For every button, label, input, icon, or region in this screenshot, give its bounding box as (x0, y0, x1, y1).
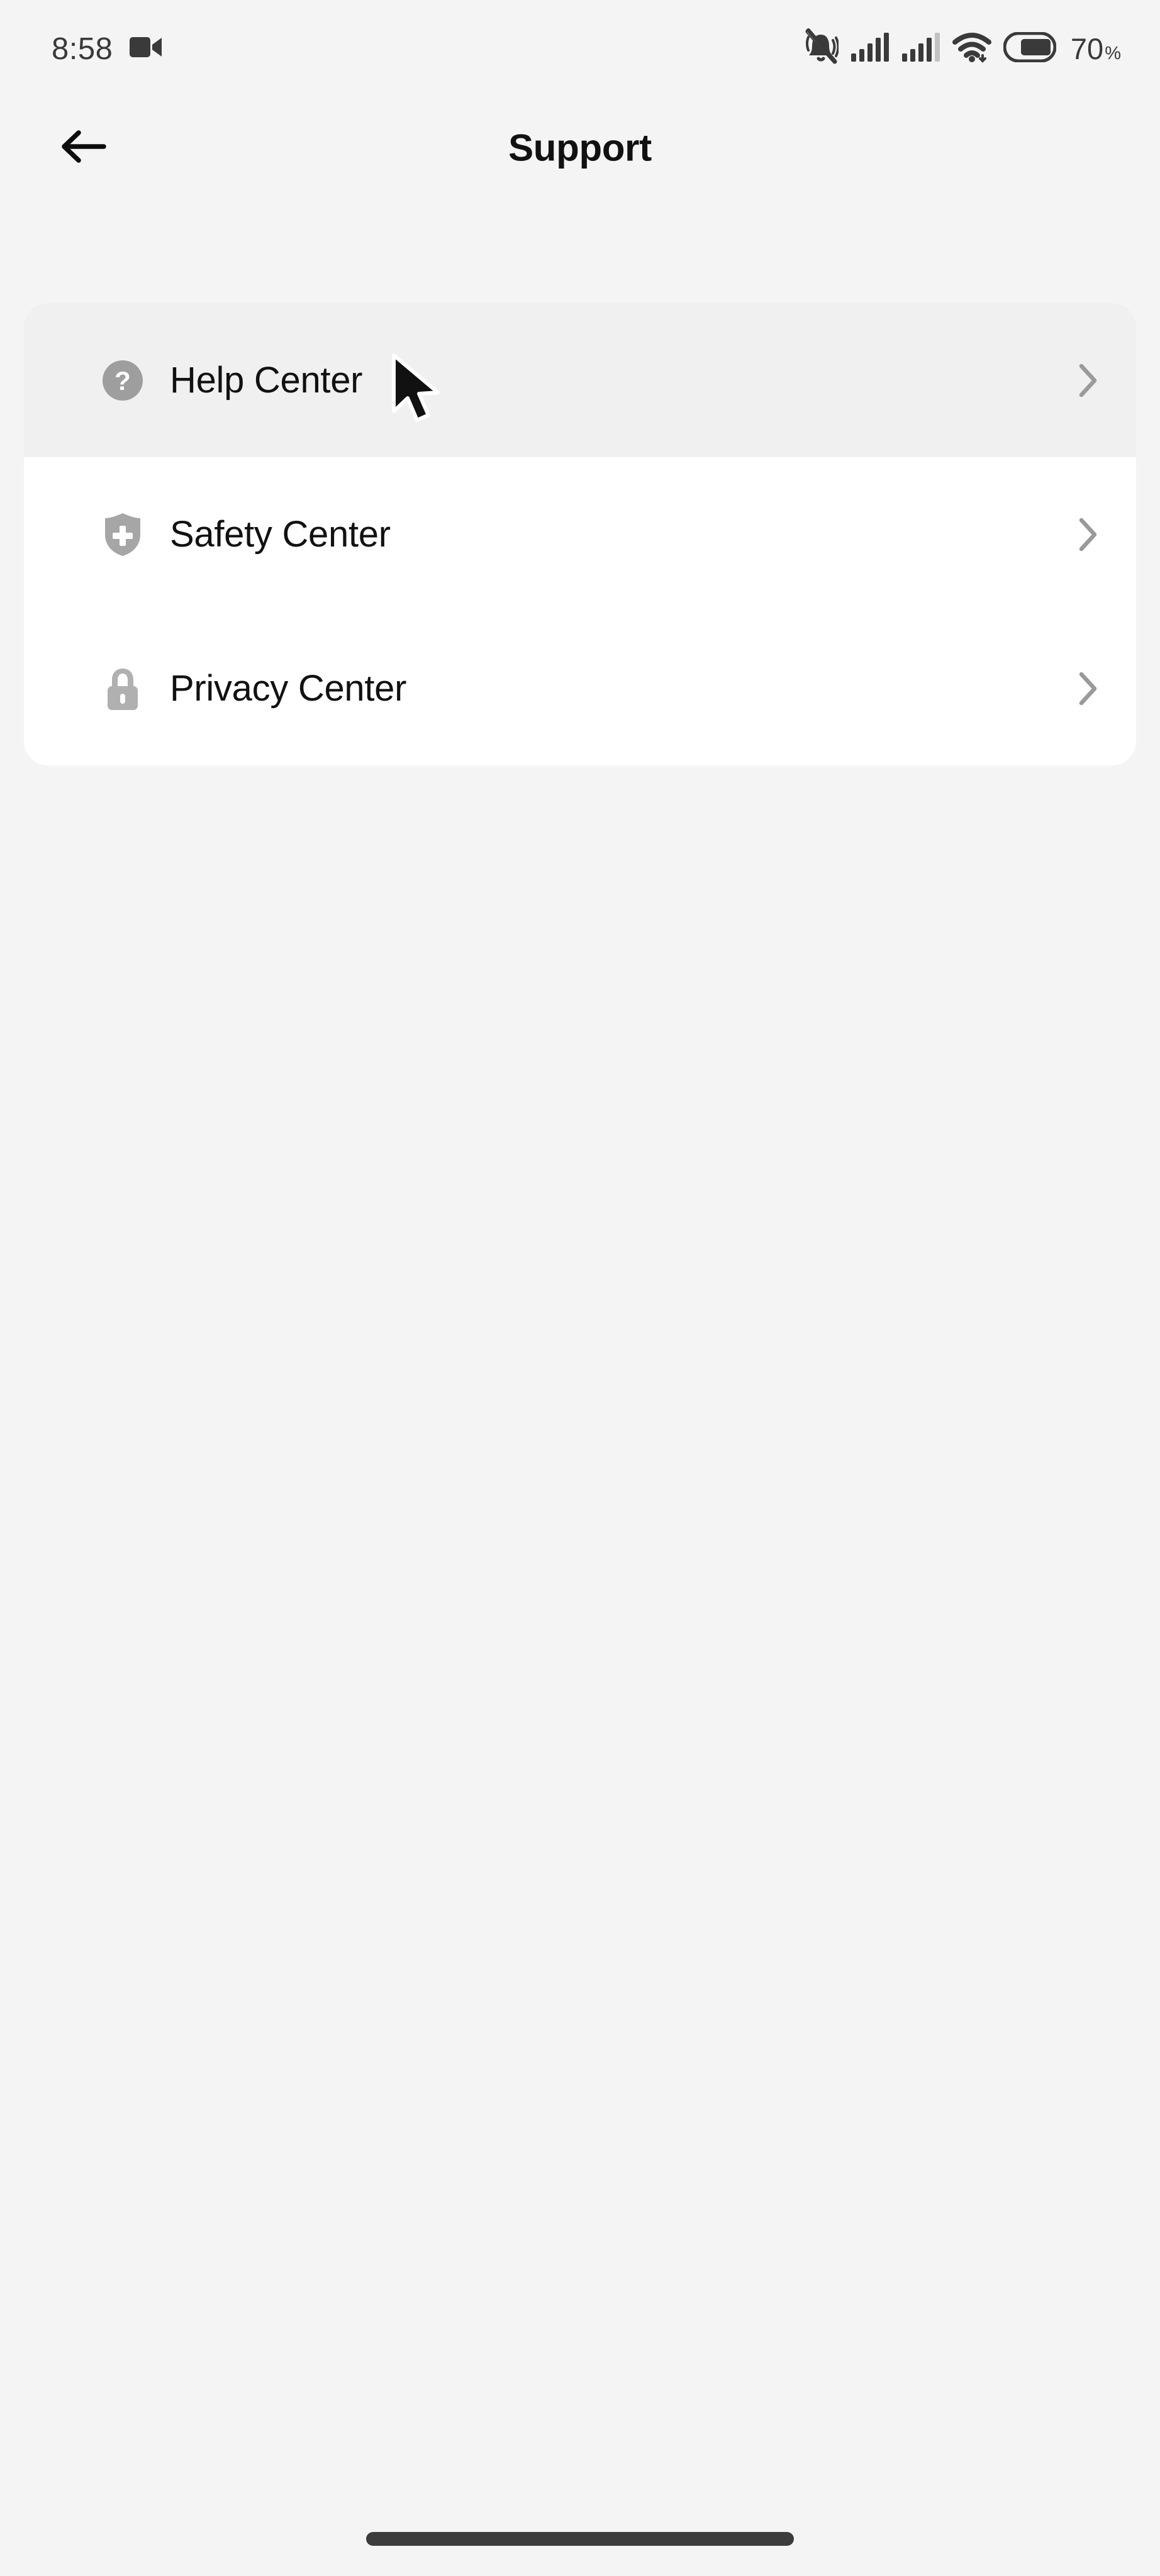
status-clock: 8:58 (52, 31, 113, 66)
list-item-safety-center[interactable]: Safety Center (24, 457, 1136, 611)
status-bar-left: 8:58 (52, 31, 163, 67)
cellular-signal-2-icon (901, 32, 940, 65)
list-item-help-center[interactable]: ? Help Center (24, 303, 1136, 457)
chevron-right-icon (1061, 517, 1098, 552)
cellular-signal-1-icon (850, 32, 890, 65)
status-bar: 8:58 70 % (0, 0, 1160, 97)
app-header: Support (0, 97, 1160, 198)
lock-closed-icon (98, 664, 147, 713)
page-title: Support (508, 126, 652, 169)
shield-plus-icon (98, 510, 147, 559)
list-item-label: Safety Center (170, 513, 391, 555)
status-bar-right: 70 % (803, 28, 1121, 69)
chevron-right-icon (1061, 671, 1098, 706)
bell-muted-icon (803, 28, 840, 69)
help-question-circle-icon: ? (98, 356, 147, 405)
support-list-card: ? Help Center Safety Center Privacy Cent… (24, 303, 1136, 765)
battery-percent-sign: % (1105, 43, 1121, 64)
home-indicator-bar (366, 2532, 794, 2546)
battery-percentage: 70 % (1071, 31, 1121, 66)
svg-text:?: ? (114, 366, 131, 396)
wifi-icon (952, 31, 991, 67)
list-item-label: Privacy Center (170, 667, 407, 709)
list-item-label: Help Center (170, 359, 363, 401)
chevron-right-icon (1061, 363, 1098, 398)
battery-level-value: 70 (1070, 32, 1104, 65)
list-item-privacy-center[interactable]: Privacy Center (24, 611, 1136, 765)
video-camera-icon (129, 34, 163, 64)
battery-icon (1003, 31, 1057, 65)
